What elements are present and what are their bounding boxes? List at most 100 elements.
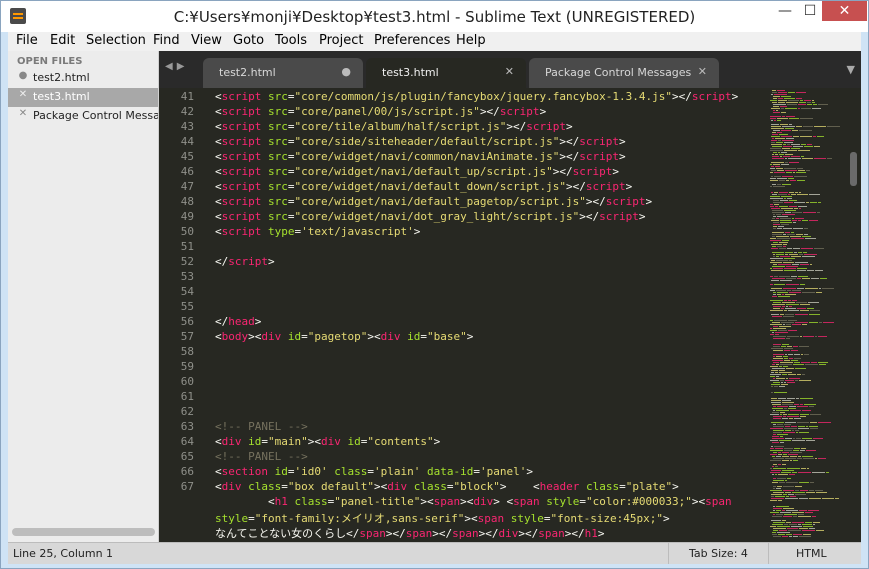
menu-file[interactable]: File <box>16 33 38 48</box>
code-token: = <box>473 465 480 478</box>
code-token: data-id <box>426 465 474 478</box>
close-icon[interactable]: ✕ <box>18 108 28 119</box>
code-token: script <box>221 135 262 148</box>
menu-edit[interactable]: Edit <box>50 33 75 48</box>
menu-selection[interactable]: Selection <box>86 33 146 48</box>
minimap-mark <box>789 358 793 359</box>
close-icon[interactable]: ✕ <box>18 89 28 100</box>
tab-size-selector[interactable]: Tab Size: 4 <box>668 543 769 564</box>
minimap-mark <box>776 410 789 411</box>
sidebar-file-test3[interactable]: ✕ test3.html <box>8 88 158 107</box>
code-token: "font-family:メイリオ,sans-serif" <box>254 512 465 525</box>
minimap-mark <box>788 194 790 195</box>
minimap-mark <box>770 330 777 331</box>
tab-test3[interactable]: test3.html ✕ <box>366 58 526 88</box>
code-token: script <box>599 210 639 223</box>
minimap-mark <box>786 116 795 117</box>
code-token: ></ <box>478 527 499 540</box>
minimap-mark <box>772 368 785 369</box>
tab-right-arrow-icon[interactable]: ▶ <box>177 61 189 72</box>
minimap-mark <box>773 228 776 229</box>
line-number: 62 <box>180 405 194 418</box>
code-token: < <box>215 165 222 178</box>
sublime-window: C:¥Users¥monji¥Desktop¥test3.html - Subl… <box>0 0 869 569</box>
menu-preferences[interactable]: Preferences <box>374 33 450 48</box>
minimap-mark <box>799 482 809 483</box>
syntax-selector[interactable]: HTML <box>768 543 862 564</box>
tab-test2[interactable]: test2.html ● <box>203 58 363 88</box>
menu-tools[interactable]: Tools <box>275 33 307 48</box>
menu-goto[interactable]: Goto <box>233 33 264 48</box>
minimap[interactable] <box>768 88 846 542</box>
menu-project[interactable]: Project <box>319 33 363 48</box>
minimap-mark <box>827 158 832 159</box>
sidebar-file-test2[interactable]: ● test2.html <box>8 69 158 88</box>
minimap-mark <box>798 276 808 277</box>
minimap-mark <box>771 136 780 137</box>
scrollbar-thumb[interactable] <box>850 152 857 186</box>
minimap-mark <box>772 102 777 103</box>
minimap-mark <box>818 362 828 363</box>
code-token: src <box>268 135 288 148</box>
minimap-mark <box>780 364 792 365</box>
minimap-mark <box>827 126 840 127</box>
minimap-mark <box>773 536 781 537</box>
minimap-mark <box>786 338 790 339</box>
minimize-button[interactable]: — <box>772 1 798 21</box>
tab-nav-arrows[interactable]: ◀▶ <box>165 61 188 72</box>
code-token: = <box>287 135 295 148</box>
minimap-mark <box>773 202 783 203</box>
close-icon[interactable]: ✕ <box>505 65 514 78</box>
minimap-mark <box>794 354 800 355</box>
close-icon[interactable]: ✕ <box>698 65 707 78</box>
minimap-mark <box>797 458 802 459</box>
minimap-mark <box>809 528 815 529</box>
sidebar-file-package-control[interactable]: ✕ Package Control Messages <box>8 107 158 126</box>
minimap-mark <box>778 152 780 153</box>
minimap-mark <box>783 432 795 433</box>
minimap-mark <box>776 290 786 291</box>
code-token: script <box>221 165 262 178</box>
minimap-mark <box>794 418 801 419</box>
code-token: < <box>215 90 222 103</box>
minimap-mark <box>790 460 792 461</box>
maximize-button[interactable]: ☐ <box>798 1 822 21</box>
sidebar-horizontal-scrollbar[interactable] <box>12 528 155 536</box>
minimap-mark <box>771 496 774 497</box>
code-line: <script src="core/widget/navi/default_pa… <box>215 195 652 208</box>
vertical-scrollbar[interactable] <box>846 88 861 542</box>
code-token: script <box>526 120 567 133</box>
minimap-mark <box>786 304 799 305</box>
menu-help[interactable]: Help <box>456 33 486 48</box>
code-editor[interactable]: 41 42 43 44 45 46 47 48 49 50 51 52 53 54 55 56 57 58 59 60… <box>159 88 768 542</box>
minimap-mark <box>774 446 784 447</box>
minimap-mark <box>775 206 778 207</box>
minimap-mark <box>793 364 804 365</box>
tab-package-control[interactable]: Package Control Messages ✕ <box>529 58 719 88</box>
minimap-mark <box>799 498 808 499</box>
menu-find[interactable]: Find <box>153 33 180 48</box>
tab-left-arrow-icon[interactable]: ◀ <box>165 61 177 72</box>
minimap-mark <box>788 92 795 93</box>
minimap-mark <box>773 346 780 347</box>
minimap-mark <box>784 382 786 383</box>
close-button[interactable]: ✕ <box>822 1 867 21</box>
minimap-mark <box>774 276 778 277</box>
minimap-mark <box>778 474 788 475</box>
minimap-mark <box>783 288 796 289</box>
menu-view[interactable]: View <box>191 33 222 48</box>
code-token: = <box>287 195 295 208</box>
tab-dropdown-icon[interactable]: ▼ <box>847 63 855 76</box>
minimap-mark <box>783 494 787 495</box>
line-number: 42 <box>180 105 194 118</box>
minimap-mark <box>789 206 797 207</box>
minimap-mark <box>787 478 791 479</box>
minimap-mark <box>776 260 788 261</box>
minimap-mark <box>816 492 827 493</box>
minimap-mark <box>772 90 776 91</box>
minimap-mark <box>772 210 783 211</box>
dirty-dot-icon[interactable]: ● <box>341 65 351 78</box>
minimap-mark <box>777 246 782 247</box>
minimap-mark <box>783 316 794 317</box>
